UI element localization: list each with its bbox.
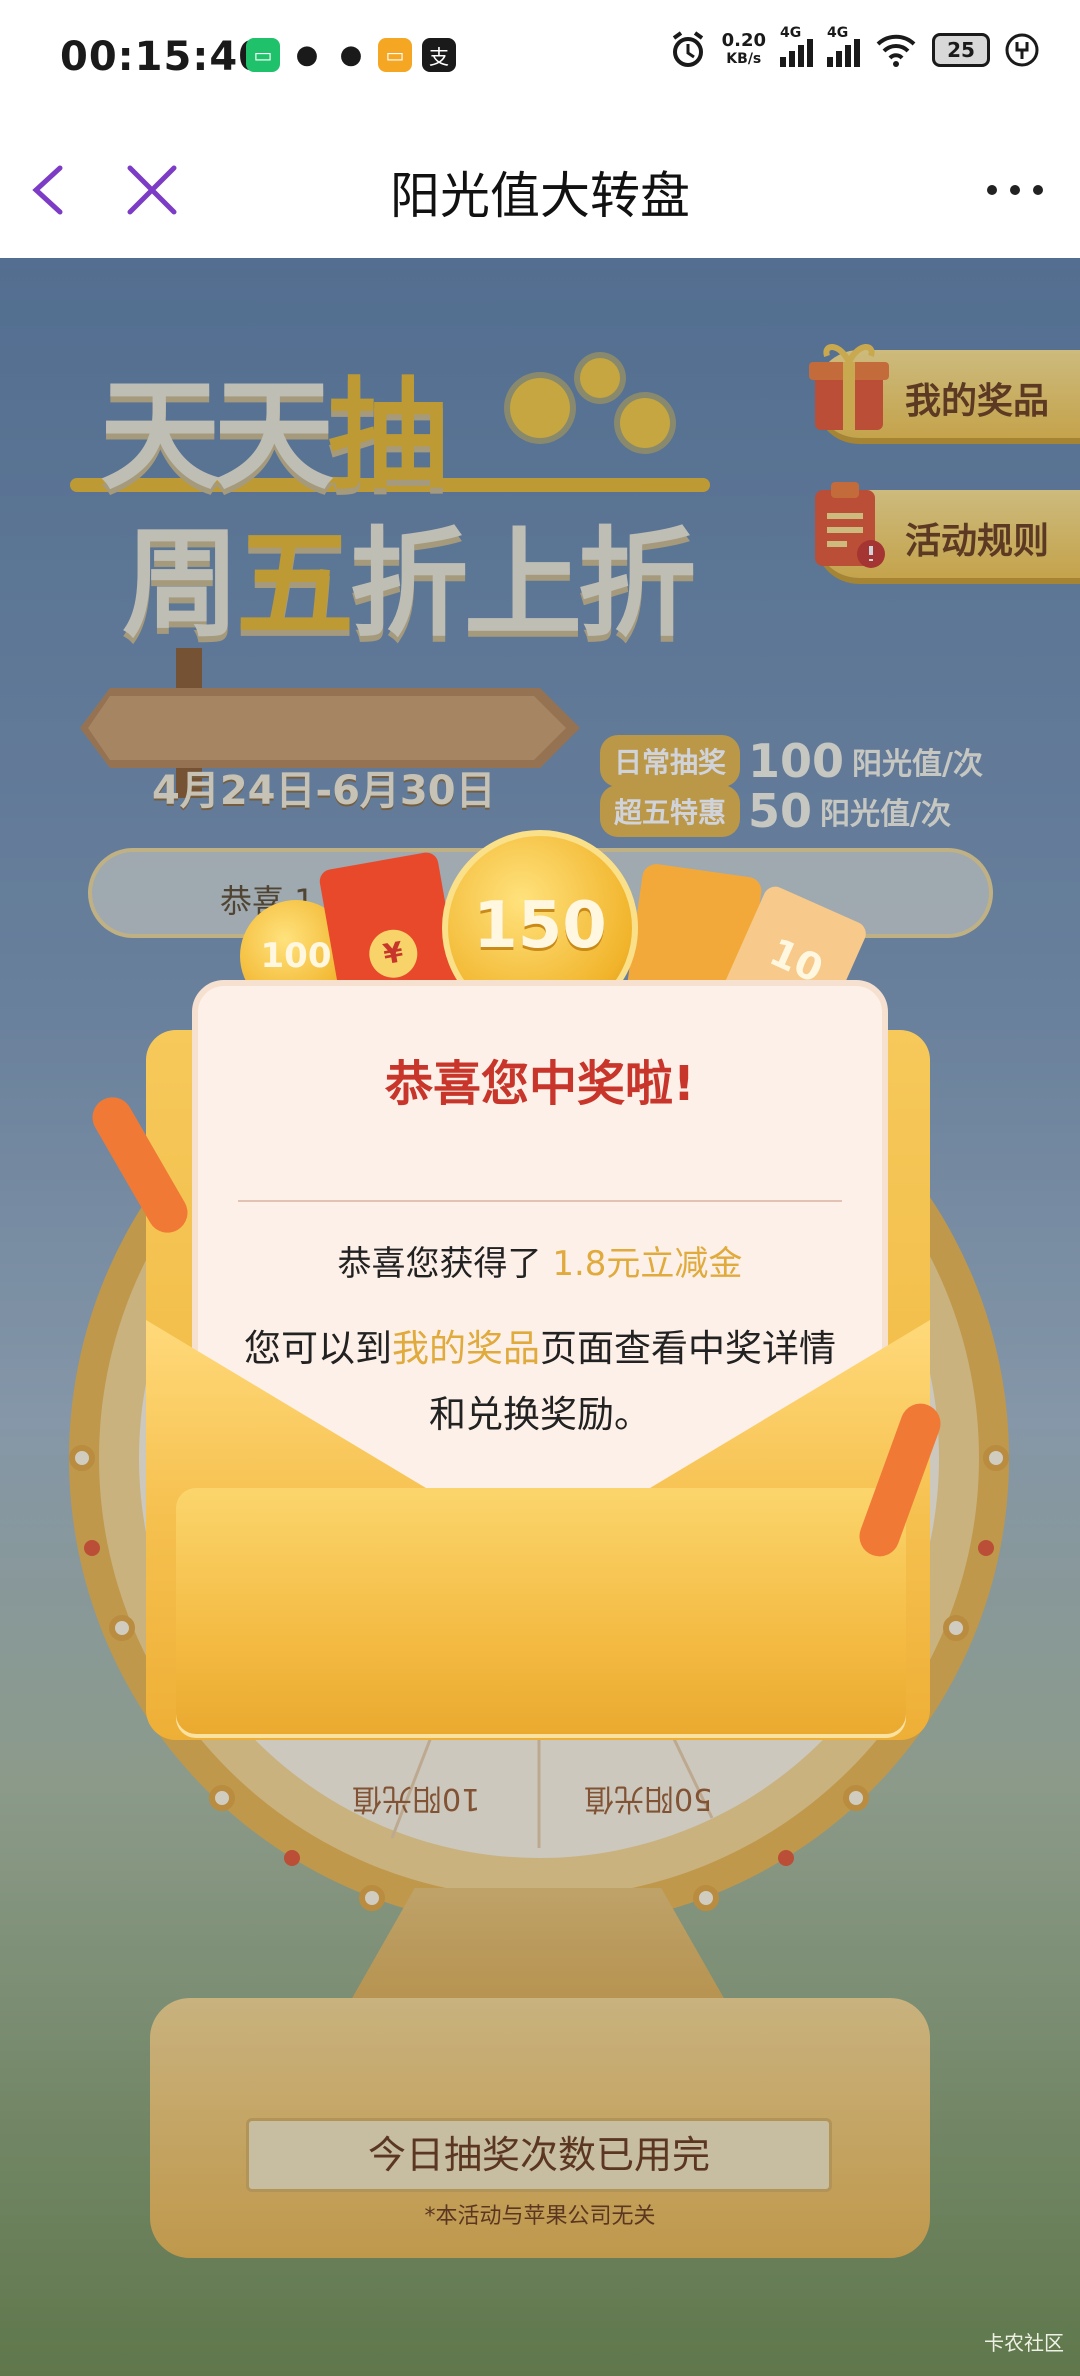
my-prizes-link[interactable]: 我的奖品 xyxy=(392,1327,540,1370)
envelope-pocket xyxy=(176,1488,906,1738)
watermark: 卡农社区 xyxy=(984,2331,1064,2355)
divider xyxy=(238,1200,842,1202)
prize-amount: 1.8元立减金 xyxy=(552,1244,743,1284)
win-title: 恭喜您中奖啦! xyxy=(385,1056,695,1112)
win-prize-line: 恭喜您获得了 1.8元立减金 xyxy=(337,1244,743,1284)
win-modal: 100 ¥ 10 150 恭喜您中奖啦! 恭喜您获得了 1.8元立减金 您可以到… xyxy=(0,0,1080,2376)
